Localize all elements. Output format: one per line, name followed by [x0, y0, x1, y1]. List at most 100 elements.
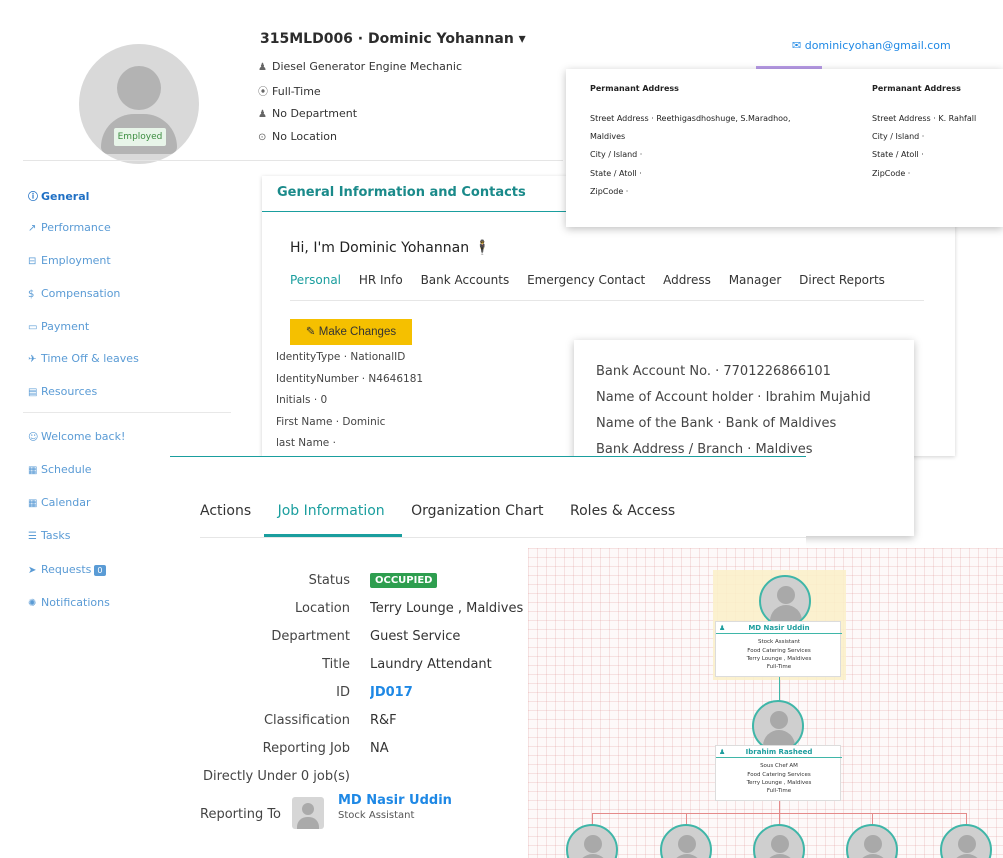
- tab-direct-reports[interactable]: Direct Reports: [799, 273, 885, 287]
- profile-avatar: [79, 44, 199, 164]
- org-node-role-2: Sous Chef AM: [760, 763, 798, 769]
- org-child-avatar-5[interactable]: [940, 824, 992, 858]
- classification-value: R&F: [370, 713, 397, 728]
- smile-icon: ☺: [28, 432, 39, 443]
- org-node-loc-1: Terry Lounge , Maldives: [746, 656, 812, 662]
- list-icon: ☰: [28, 531, 37, 542]
- sidebar-item-tasks[interactable]: ☰ Tasks: [28, 529, 70, 542]
- employee-title-dropdown[interactable]: 315MLD006 · Dominic Yohannan ▾: [260, 31, 526, 47]
- tab-roles-access[interactable]: Roles & Access: [570, 503, 675, 519]
- sidebar-item-notifications[interactable]: ✺ Notifications: [28, 596, 110, 609]
- org-node-type-2: Full-Time: [766, 788, 792, 794]
- org-node-name-2: Ibrahim Rasheed: [745, 748, 813, 756]
- sidebar-item-label: Tasks: [41, 529, 71, 542]
- header-divider: [23, 160, 563, 161]
- account-holder-name: Name of Account holder · Ibrahim Mujahid: [596, 390, 871, 405]
- sidebar-item-time-off-leaves[interactable]: ✈ Time Off & leaves: [28, 352, 139, 365]
- org-chart-canvas[interactable]: ♟ MD Nasir Uddin Stock Assistant Food Ca…: [528, 548, 1003, 858]
- sidebar-divider: [23, 412, 231, 413]
- person-icon: 🕴: [473, 240, 491, 256]
- sidebar-item-label: Resources: [41, 385, 98, 398]
- tab-address[interactable]: Address: [663, 273, 711, 287]
- org-node-name-1: MD Nasir Uddin: [748, 624, 810, 632]
- sidebar-item-label: Schedule: [41, 463, 92, 476]
- org-node-card-2[interactable]: ♟ Ibrahim Rasheed Sous Chef AM Food Cate…: [715, 745, 842, 801]
- tabs-divider: [290, 300, 924, 301]
- job-title-line: ♟ Diesel Generator Engine Mechanic: [258, 60, 462, 73]
- status-value: OCCUPIED: [370, 572, 438, 588]
- tab-manager[interactable]: Manager: [729, 273, 782, 287]
- org-connector-down: [779, 801, 780, 813]
- location-line: ⊙ No Location: [258, 130, 337, 143]
- sidebar-item-schedule[interactable]: ▦ Schedule: [28, 463, 92, 476]
- panel-title: General Information and Contacts: [277, 185, 526, 200]
- sidebar-item-payment[interactable]: ▭ Payment: [28, 320, 89, 333]
- department-value: Guest Service: [370, 629, 461, 644]
- status-badge: Employed: [114, 128, 166, 146]
- sidebar-item-requests[interactable]: ➤ Requests 0: [28, 563, 106, 576]
- tab-organization-chart[interactable]: Organization Chart: [411, 503, 543, 519]
- job-id-link[interactable]: JD017: [370, 685, 413, 700]
- field-first-name: First Name · Dominic: [276, 416, 386, 428]
- card-icon: ▭: [28, 322, 38, 333]
- tab-job-information[interactable]: Job Information: [278, 503, 385, 519]
- user-tie-icon: ♟: [258, 62, 267, 73]
- make-changes-button[interactable]: ✎ Make Changes: [290, 319, 412, 345]
- org-node-dept-1: Food Catering Services: [747, 648, 811, 654]
- calendar-icon: ▦: [28, 498, 38, 509]
- label-reporting-job: Reporting Job: [262, 741, 350, 756]
- label-location: Location: [295, 601, 350, 616]
- tab-actions[interactable]: Actions: [200, 503, 251, 519]
- bank-account-number: Bank Account No. · 7701226866101: [596, 364, 831, 379]
- tab-bank-accounts[interactable]: Bank Accounts: [421, 273, 510, 287]
- sidebar-item-welcome-back[interactable]: ☺ Welcome back!: [28, 430, 125, 443]
- org-node-avatar-1[interactable]: [759, 575, 811, 627]
- money-icon: $: [28, 289, 35, 300]
- sidebar-item-calendar[interactable]: ▦ Calendar: [28, 496, 90, 509]
- reporting-to-name-link[interactable]: MD Nasir Uddin: [338, 793, 452, 808]
- street-address-1: Street Address · Reethigasdhoshuge, S.Ma…: [590, 114, 791, 123]
- radio-icon: ⦿: [258, 87, 268, 98]
- label-department: Department: [271, 629, 350, 644]
- sidebar-item-general[interactable]: ⓘ General: [28, 188, 89, 203]
- sidebar-item-label: Compensation: [41, 287, 121, 300]
- city-island-2: City / Island ·: [872, 132, 925, 141]
- org-node-loc-2: Terry Lounge , Maldives: [746, 780, 812, 786]
- tab-emergency-contact[interactable]: Emergency Contact: [527, 273, 645, 287]
- sidebar-item-label: Performance: [41, 221, 111, 234]
- state-atoll-2: State / Atoll ·: [872, 150, 924, 159]
- org-child-avatar-4[interactable]: [846, 824, 898, 858]
- sidebar-item-label: Payment: [41, 320, 90, 333]
- city-island-1: City / Island ·: [590, 150, 643, 159]
- address-heading-1: Permanant Address: [590, 84, 679, 93]
- email-link[interactable]: ✉ dominicyohan@gmail.com: [792, 39, 951, 52]
- sidebar-item-label: Time Off & leaves: [41, 352, 139, 365]
- tab-hr-info[interactable]: HR Info: [359, 273, 403, 287]
- folder-icon: ▤: [28, 387, 38, 398]
- map-pin-icon: ⊙: [258, 132, 267, 143]
- title-value: Laundry Attendant: [370, 657, 492, 672]
- org-node-divider-1: [716, 633, 842, 634]
- org-node-card-1[interactable]: ♟ MD Nasir Uddin Stock Assistant Food Ca…: [715, 621, 842, 677]
- employment-type-line: ⦿ Full-Time: [258, 85, 321, 98]
- sidebar-item-compensation[interactable]: $ Compensation: [28, 287, 120, 300]
- job-tabs: Actions Job Information Organization Cha…: [200, 503, 697, 519]
- chart-icon: ↗: [28, 223, 37, 234]
- label-classification: Classification: [263, 713, 350, 728]
- org-child-avatar-1[interactable]: [566, 824, 618, 858]
- org-child-avatar-2[interactable]: [660, 824, 712, 858]
- org-child-avatar-3[interactable]: [753, 824, 805, 858]
- sidebar-item-employment[interactable]: ⊟ Employment: [28, 254, 111, 267]
- label-id: ID: [336, 685, 350, 700]
- bank-branch: Bank Address / Branch · Maldives: [596, 442, 813, 457]
- label-title: Title: [322, 657, 350, 672]
- sidebar-item-performance[interactable]: ↗ Performance: [28, 221, 111, 234]
- field-identity-number: IdentityNumber · N4646181: [276, 373, 424, 385]
- zipcode-1: ZipCode ·: [590, 187, 629, 196]
- occupied-badge: OCCUPIED: [370, 573, 438, 588]
- bell-icon: ✺: [28, 598, 37, 609]
- job-tabs-divider: [200, 537, 806, 538]
- sidebar-item-resources[interactable]: ▤ Resources: [28, 385, 97, 398]
- zipcode-2: ZipCode ·: [872, 169, 911, 178]
- tab-personal[interactable]: Personal: [290, 273, 341, 287]
